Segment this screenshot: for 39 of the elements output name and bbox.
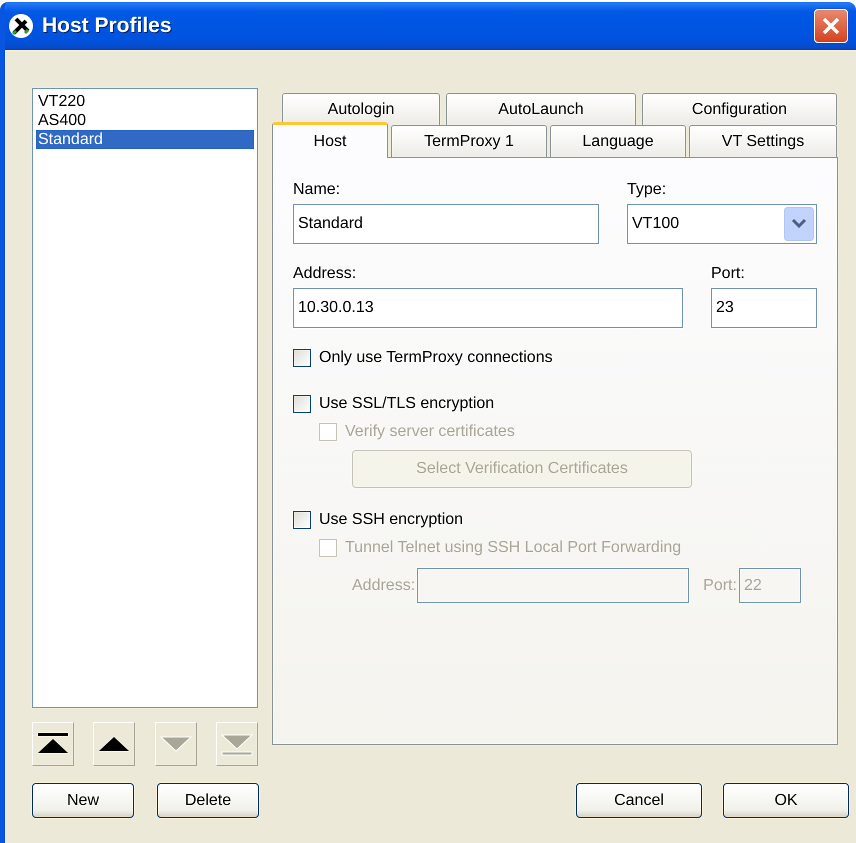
tab[interactable]: VT Settings xyxy=(689,125,837,157)
field-label: Type: xyxy=(627,180,668,200)
tab[interactable]: AutoLaunch xyxy=(446,93,636,125)
move-up-button[interactable] xyxy=(93,722,136,766)
checkbox[interactable] xyxy=(293,349,311,367)
checkbox-label: Verify server certificates xyxy=(345,422,515,442)
close-icon xyxy=(821,16,841,36)
tab[interactable]: TermProxy 1 xyxy=(391,125,547,157)
type-dropdown[interactable]: VT100 xyxy=(627,204,817,244)
tab[interactable]: Configuration xyxy=(642,93,837,125)
profile-item[interactable]: AS400 xyxy=(36,111,254,130)
close-button[interactable] xyxy=(814,9,848,43)
field-label: Port: xyxy=(711,264,746,284)
field-label: Address: xyxy=(352,576,416,596)
tab[interactable]: Language xyxy=(550,125,686,157)
profile-item[interactable]: Standard xyxy=(36,130,254,149)
dialog-button[interactable]: OK xyxy=(723,783,849,818)
profile-item[interactable]: VT220 xyxy=(36,92,254,111)
list-button[interactable]: Delete xyxy=(157,783,259,818)
list-button[interactable]: New xyxy=(32,783,134,818)
field-label: Address: xyxy=(293,264,358,284)
checkbox-label: Use SSL/TLS encryption xyxy=(319,394,494,414)
checkbox-label: Tunnel Telnet using SSH Local Port Forwarding xyxy=(345,538,682,558)
address-field[interactable]: 10.30.0.13 xyxy=(293,288,683,328)
tab[interactable]: Host xyxy=(272,122,388,158)
move-to-top-button[interactable] xyxy=(32,722,74,766)
tools-icon xyxy=(8,13,34,39)
checkbox-label: Use SSH encryption xyxy=(319,510,464,530)
checkbox[interactable] xyxy=(293,395,311,413)
tab[interactable]: Autologin xyxy=(282,93,440,125)
checkbox-label: Only use TermProxy connections xyxy=(319,348,553,368)
field-label: Name: xyxy=(293,180,342,200)
window-title: Host Profiles xyxy=(42,13,172,40)
dialog-button[interactable]: Cancel xyxy=(576,783,702,818)
checkbox[interactable] xyxy=(293,511,311,529)
field-label: Port: xyxy=(703,576,737,596)
port-field[interactable]: 23 xyxy=(711,288,817,328)
profile-list[interactable]: VT220 AS400 Standard xyxy=(32,88,258,708)
name-field[interactable]: Standard xyxy=(293,204,599,244)
